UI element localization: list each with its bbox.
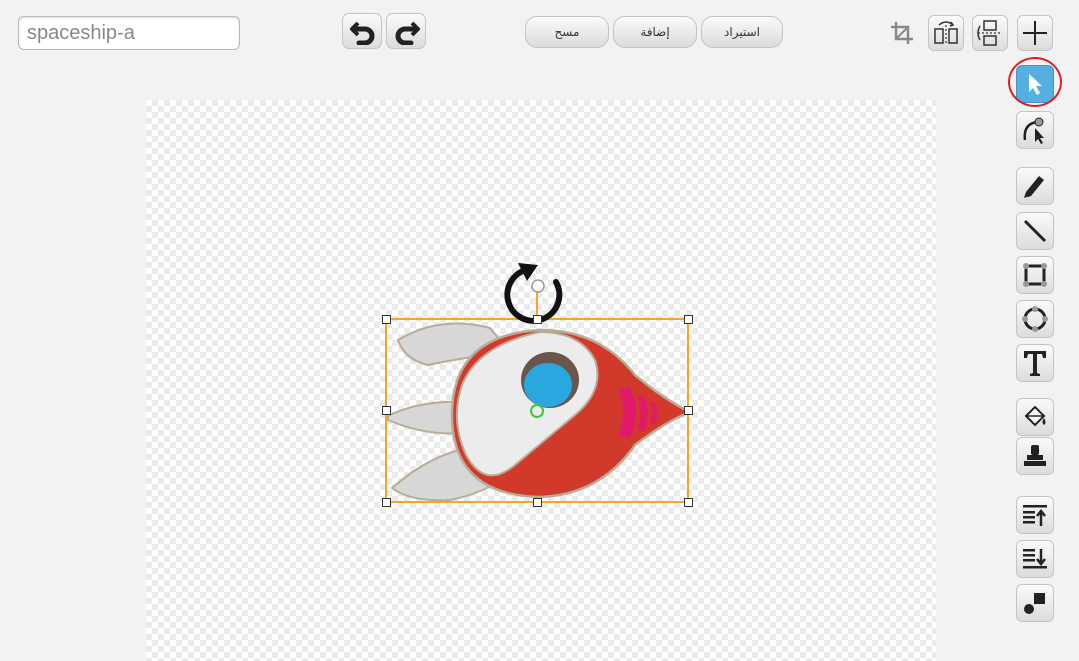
line-tool-button[interactable] [1016, 212, 1054, 250]
select-tool-button[interactable] [1016, 65, 1054, 103]
pencil-icon [1024, 176, 1044, 198]
stamp-tool-button[interactable] [1016, 437, 1054, 475]
resize-handle-top-right[interactable] [684, 315, 693, 324]
add-button[interactable]: إضافة [613, 16, 697, 48]
ungroup-button[interactable] [1016, 584, 1054, 622]
resize-handle-right[interactable] [684, 406, 693, 415]
clear-button[interactable]: مسح [525, 16, 609, 48]
flip-horizontal-icon [934, 21, 958, 45]
paint-bucket-icon [1024, 405, 1046, 427]
text-tool-button[interactable] [1016, 344, 1054, 382]
resize-handle-left[interactable] [382, 406, 391, 415]
resize-handle-top-left[interactable] [382, 315, 391, 324]
set-costume-center-button[interactable] [1017, 15, 1053, 51]
redo-button[interactable] [386, 13, 426, 49]
line-icon [1023, 219, 1047, 243]
reshape-icon [1023, 117, 1044, 144]
resize-handle-bottom-right[interactable] [684, 498, 693, 507]
resize-handle-bottom[interactable] [533, 498, 542, 507]
rectangle-icon [1023, 263, 1047, 287]
flip-vertical-icon [977, 20, 1002, 46]
flip-horizontal-button[interactable] [928, 15, 964, 51]
redo-icon [395, 21, 420, 45]
stamp-icon [1024, 445, 1046, 466]
resize-handle-top[interactable] [533, 315, 542, 324]
bring-forward-button[interactable] [1016, 496, 1054, 534]
ungroup-icon [1024, 593, 1045, 614]
send-backward-button[interactable] [1016, 540, 1054, 578]
arrow-cursor-icon [1029, 74, 1042, 95]
import-button[interactable]: استيراد [701, 16, 783, 48]
bring-forward-icon [1023, 505, 1047, 526]
crop-icon [891, 22, 913, 44]
pencil-tool-button[interactable] [1016, 167, 1054, 205]
ellipse-icon [1022, 306, 1048, 332]
rectangle-tool-button[interactable] [1016, 256, 1054, 294]
crosshair-icon [1023, 21, 1047, 45]
crop-button[interactable] [884, 15, 920, 51]
flip-vertical-button[interactable] [972, 15, 1008, 51]
fill-tool-button[interactable] [1016, 398, 1054, 436]
resize-handle-bottom-left[interactable] [382, 498, 391, 507]
reshape-tool-button[interactable] [1016, 111, 1054, 149]
ellipse-tool-button[interactable] [1016, 300, 1054, 338]
text-icon [1024, 351, 1046, 376]
send-backward-icon [1023, 549, 1047, 569]
undo-icon [350, 21, 375, 45]
undo-button[interactable] [342, 13, 382, 49]
costume-name-input[interactable] [18, 16, 240, 50]
